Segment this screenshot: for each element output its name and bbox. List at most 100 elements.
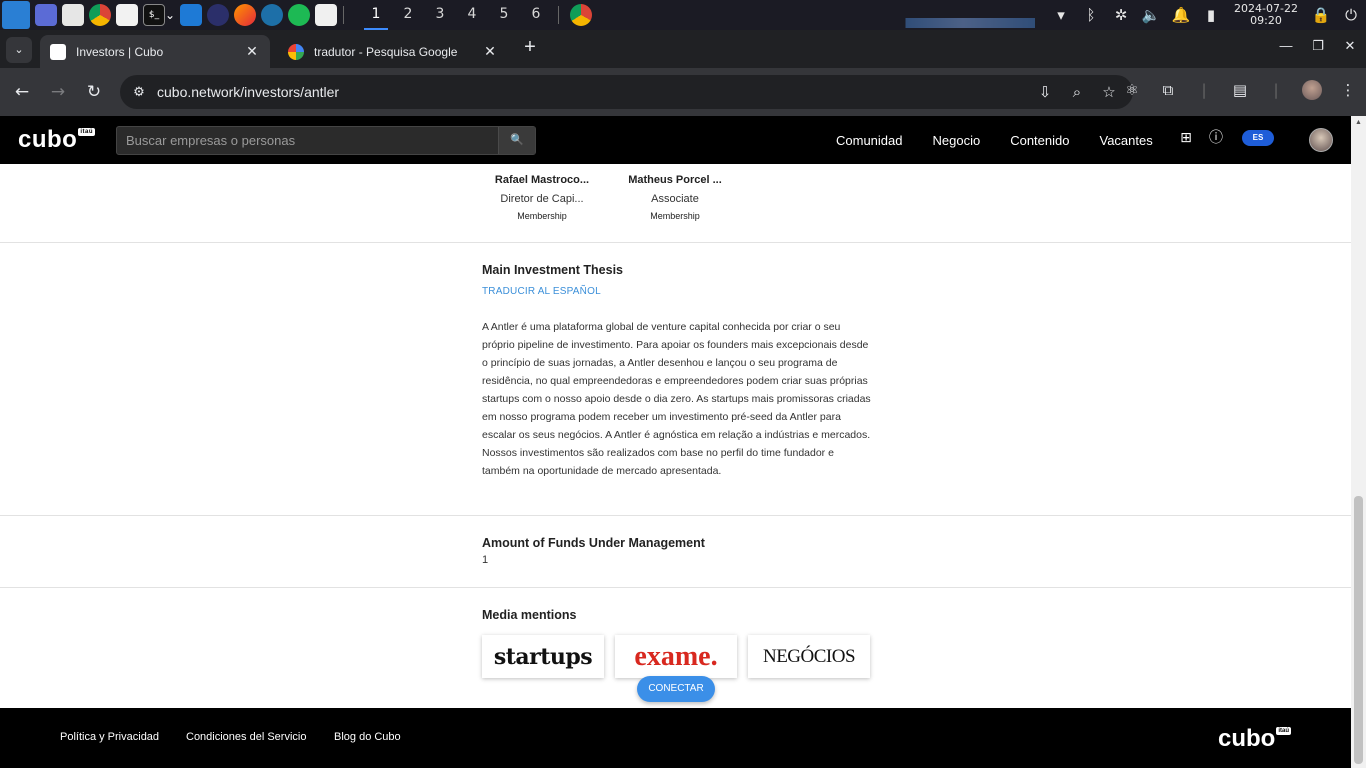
team-member-card[interactable]: Matheus Porcel ... Associate Membership — [615, 164, 735, 221]
power-icon[interactable]: ⏻ — [1336, 6, 1366, 24]
system-tray: ▾ ᛒ ✲ 🔈 🔔 ▮ 2024-07-22 09:20 🔒 ⏻ — [1046, 0, 1366, 30]
header-actions: ⊞ ⓘ ES — [1176, 128, 1274, 148]
media-logo-negocios[interactable]: NEGÓCIOS — [748, 635, 870, 678]
tab-title: tradutor - Pesquisa Google — [314, 44, 458, 59]
workspace-1[interactable]: 1 — [360, 0, 392, 30]
scroll-thumb[interactable] — [1354, 496, 1363, 764]
footer-logo[interactable]: cubo itaú — [1218, 725, 1291, 753]
tab-investors-cubo[interactable]: Investors | Cubo ✕ — [40, 35, 270, 68]
avatar — [482, 164, 602, 172]
vscode-icon[interactable] — [180, 4, 202, 26]
terminal-dropdown-icon[interactable]: ⌄ — [165, 4, 175, 26]
firefox-icon[interactable] — [234, 4, 256, 26]
clock[interactable]: 2024-07-22 09:20 — [1226, 3, 1306, 27]
eclipse-icon[interactable] — [207, 4, 229, 26]
member-badge: Membership — [517, 211, 567, 221]
workspace-4[interactable]: 4 — [456, 0, 488, 30]
nav-comunidad[interactable]: Comunidad — [836, 133, 903, 148]
cpu-graph — [855, 18, 1035, 28]
translate-link[interactable]: TRADUCIR AL ESPAÑOL — [482, 286, 601, 297]
cubo-favicon-icon — [50, 43, 66, 60]
react-devtools-icon[interactable]: ⚛ — [1114, 81, 1150, 99]
section-divider — [0, 587, 1351, 588]
apps-grid-icon[interactable]: ⊞ — [1176, 128, 1196, 148]
chrome-window-icon[interactable] — [570, 4, 592, 26]
tab-tradutor[interactable]: tradutor - Pesquisa Google ✕ — [278, 35, 508, 68]
language-badge[interactable]: ES — [1242, 130, 1274, 146]
browser-menu-icon[interactable]: ⋮ — [1330, 81, 1366, 99]
footer-link-terms[interactable]: Condiciones del Servicio — [186, 731, 306, 743]
chrome-icon[interactable] — [89, 4, 111, 26]
media-logo-exame[interactable]: exame. — [615, 635, 737, 678]
user-avatar[interactable] — [1309, 128, 1333, 152]
page-scrollbar[interactable]: ▲ — [1351, 116, 1366, 768]
back-icon[interactable]: ← — [10, 80, 34, 104]
volume-icon[interactable]: 🔈 — [1136, 6, 1166, 24]
taskbar-separator — [343, 6, 344, 24]
scroll-up-icon[interactable]: ▲ — [1355, 119, 1362, 126]
member-badge: Membership — [650, 211, 700, 221]
notifications-icon[interactable]: 🔔 — [1166, 6, 1196, 24]
maximize-icon[interactable]: ❐ — [1302, 38, 1334, 54]
toolbar-actions: ⚛ ⧉ | ▤ | ⋮ — [1114, 80, 1366, 100]
toolbar-divider: | — [1273, 81, 1279, 99]
slack-icon[interactable] — [116, 4, 138, 26]
browser-toolbar: ← → ↻ ⚙ cubo.network/investors/antler ⇩ … — [0, 68, 1366, 116]
workspace-switcher-icon[interactable] — [35, 4, 57, 26]
new-tab-icon[interactable]: + — [520, 36, 540, 59]
spotify-icon[interactable] — [288, 4, 310, 26]
url-text[interactable]: cubo.network/investors/antler — [157, 84, 339, 100]
address-bar[interactable]: ⚙ cubo.network/investors/antler ⇩ ⌕ ☆ — [120, 75, 1133, 109]
footer-link-privacy[interactable]: Política y Privacidad — [60, 731, 159, 743]
workspace-2[interactable]: 2 — [392, 0, 424, 30]
close-window-icon[interactable]: ✕ — [1334, 38, 1366, 54]
wifi-icon[interactable]: ▾ — [1046, 6, 1076, 24]
avatar — [615, 164, 735, 172]
footer-link-blog[interactable]: Blog do Cubo — [334, 731, 401, 743]
workspace-5[interactable]: 5 — [488, 0, 520, 30]
network-app-icon[interactable] — [261, 4, 283, 26]
start-menu-icon[interactable] — [2, 1, 30, 29]
footer-logo-text: cubo — [1218, 725, 1276, 752]
connect-button[interactable]: CONECTAR — [637, 676, 715, 702]
nav-negocio[interactable]: Negocio — [933, 133, 981, 148]
terminal-icon[interactable]: $_ — [143, 4, 165, 26]
team-member-card[interactable]: Rafael Mastroco... Diretor de Capi... Me… — [482, 164, 602, 221]
settings-tray-icon[interactable]: ✲ — [1106, 6, 1136, 24]
os-taskbar: $_ ⌄ 1 2 3 4 5 6 ▾ ᛒ ✲ 🔈 🔔 ▮ 2024-07-22 … — [0, 0, 1366, 30]
close-tab-icon[interactable]: ✕ — [244, 43, 260, 60]
reload-icon[interactable]: ↻ — [82, 80, 106, 104]
lock-icon[interactable]: 🔒 — [1306, 6, 1336, 24]
workspace-3[interactable]: 3 — [424, 0, 456, 30]
main-nav: Comunidad Negocio Contenido Vacantes — [836, 116, 1183, 164]
search-input[interactable] — [117, 127, 498, 154]
forward-icon[interactable]: → — [46, 80, 70, 104]
cubo-logo[interactable]: cubo itaú — [18, 126, 95, 154]
search-icon[interactable]: 🔍 — [498, 127, 535, 154]
bluetooth-icon[interactable]: ᛒ — [1076, 6, 1106, 24]
close-tab-icon[interactable]: ✕ — [482, 43, 498, 60]
member-role: Diretor de Capi... — [500, 193, 584, 205]
workspace-6[interactable]: 6 — [520, 0, 552, 30]
site-info-icon[interactable]: ⚙ — [128, 81, 150, 103]
taskbar-separator — [558, 6, 559, 24]
zoom-icon[interactable]: ⌕ — [1061, 83, 1093, 101]
window-controls: — ❐ ✕ — [1270, 38, 1366, 54]
media-logo-startups[interactable]: startups — [482, 635, 604, 678]
nav-contenido[interactable]: Contenido — [1010, 133, 1069, 148]
help-icon[interactable]: ⓘ — [1206, 128, 1226, 148]
battery-icon[interactable]: ▮ — [1196, 6, 1226, 24]
extensions-icon[interactable]: ⧉ — [1150, 81, 1186, 99]
install-app-icon[interactable]: ⇩ — [1029, 83, 1061, 101]
logo-badge: itaú — [78, 128, 95, 136]
omnibox-actions: ⇩ ⌕ ☆ — [1029, 75, 1125, 109]
file-manager-icon[interactable] — [62, 4, 84, 26]
minimize-icon[interactable]: — — [1270, 38, 1302, 54]
footer-logo-badge: itaú — [1276, 727, 1291, 735]
tab-search-button[interactable]: ⌄ — [6, 37, 32, 63]
clock-time: 09:20 — [1250, 14, 1282, 27]
profile-avatar[interactable] — [1302, 80, 1322, 100]
document-viewer-icon[interactable] — [315, 4, 337, 26]
side-panel-icon[interactable]: ▤ — [1222, 81, 1258, 99]
nav-vacantes[interactable]: Vacantes — [1099, 133, 1152, 148]
